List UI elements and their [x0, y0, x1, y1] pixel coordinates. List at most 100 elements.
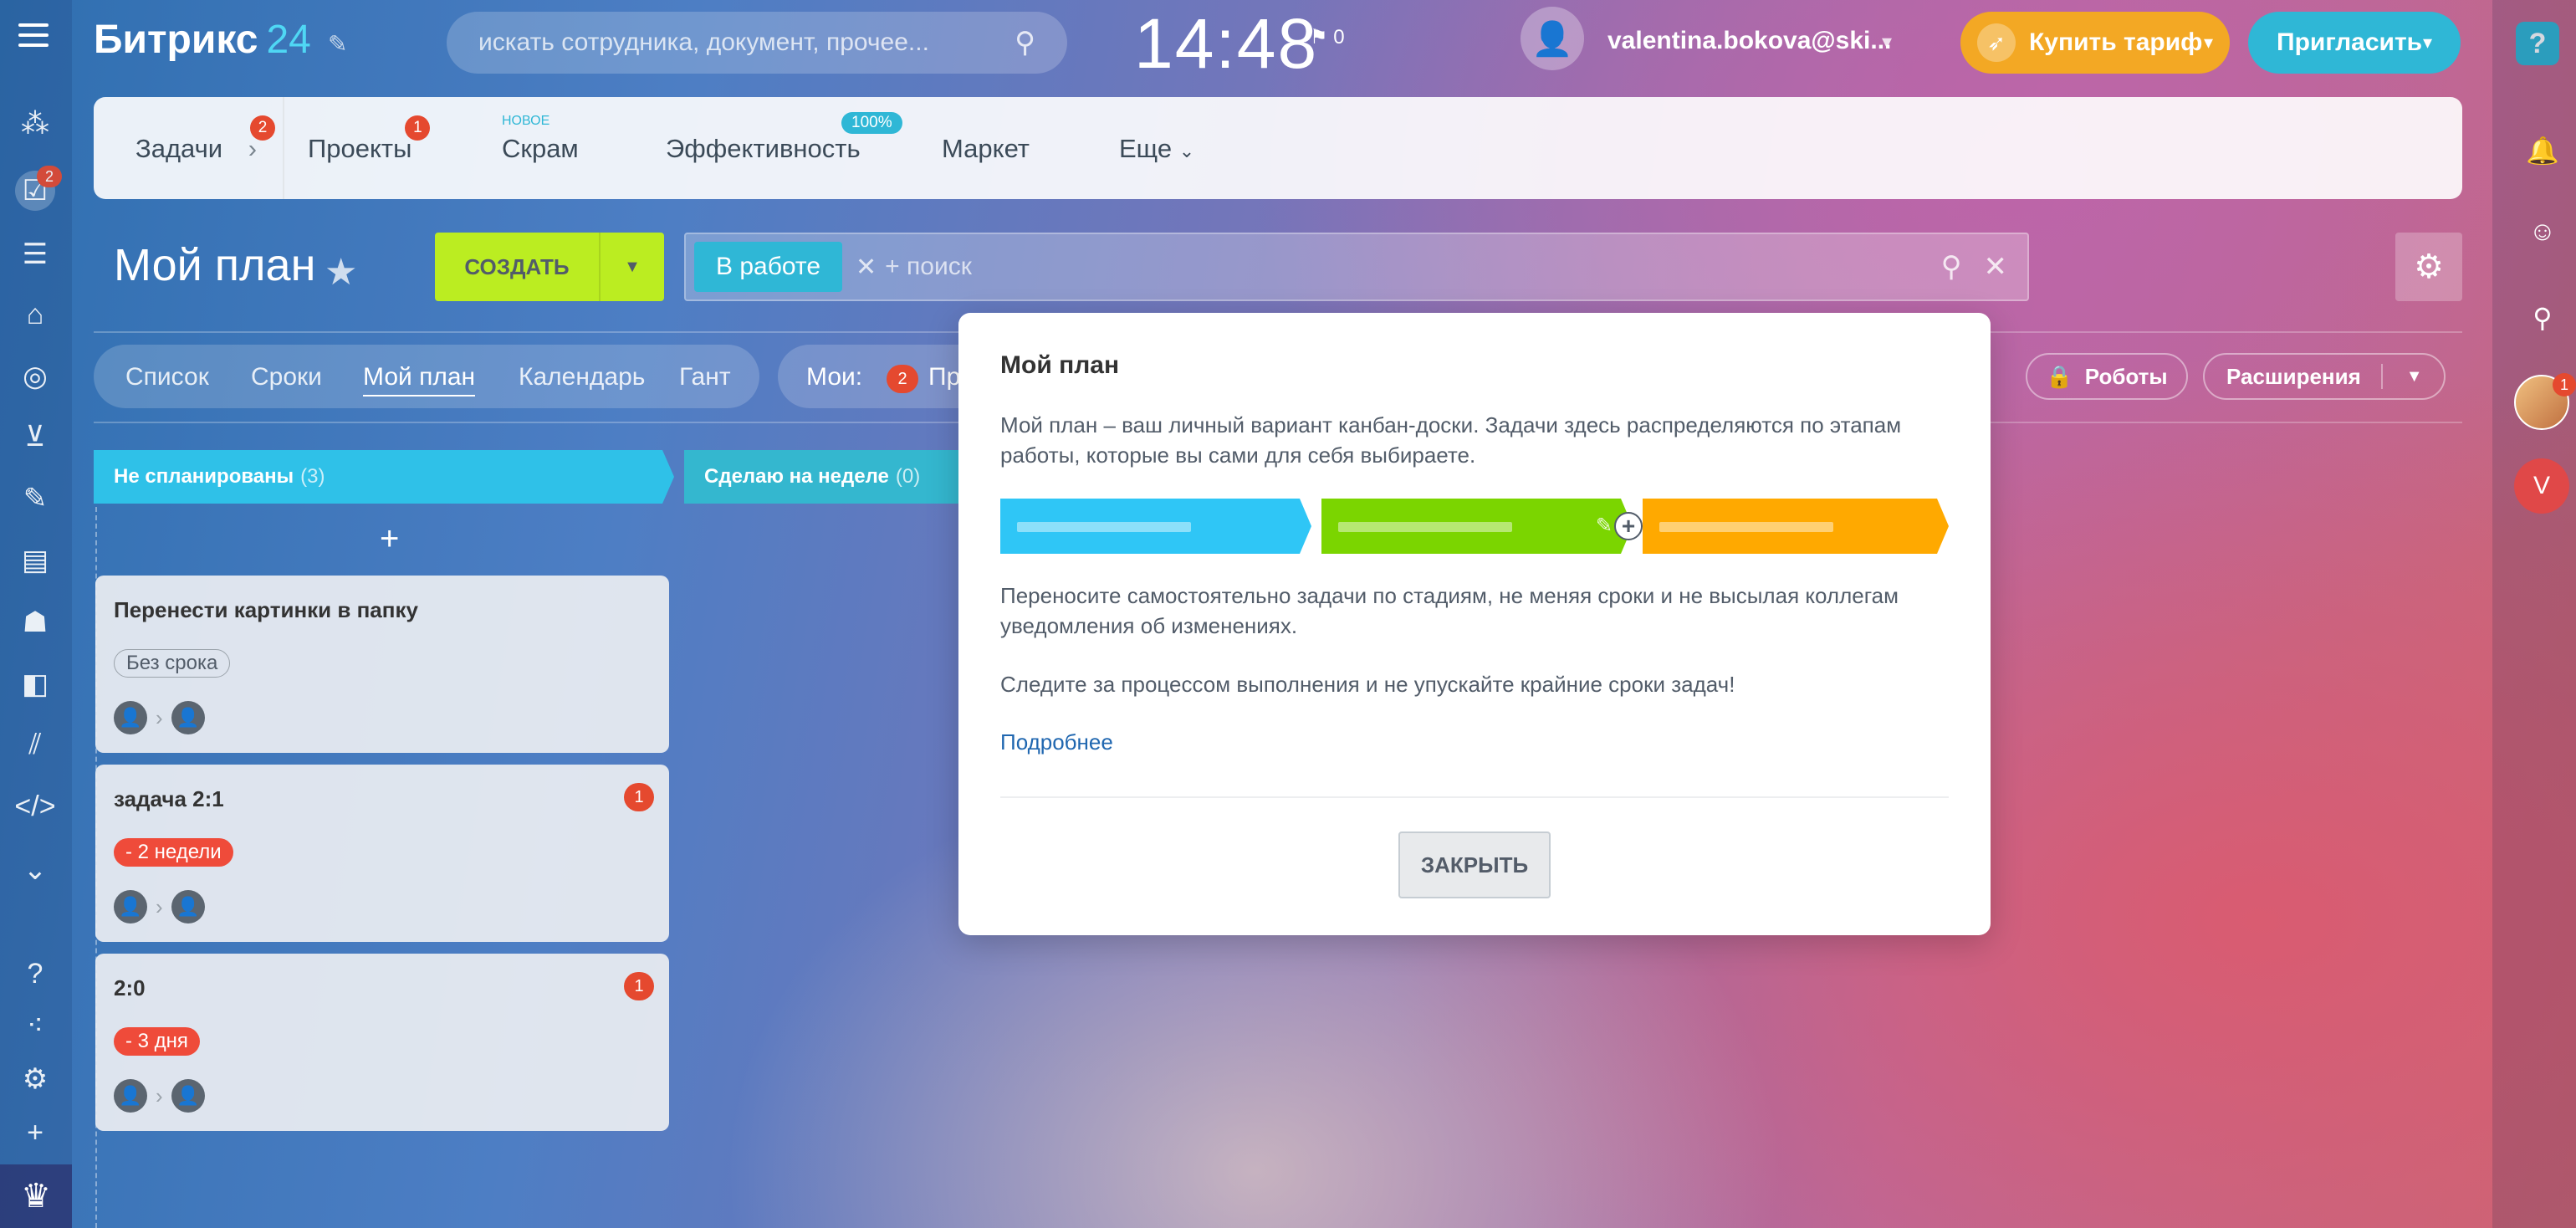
nav-tasks[interactable]: Задачи 2 ›	[135, 115, 276, 164]
shop-cart-icon[interactable]: ⊻	[15, 417, 55, 457]
chevron-down-icon[interactable]: ▼	[2406, 367, 2423, 386]
structure-icon[interactable]: ⁖	[15, 1005, 55, 1046]
crm-filter-icon[interactable]: ☰	[15, 234, 55, 274]
divider	[1000, 796, 1949, 798]
crown-icon[interactable]: ♛	[0, 1164, 72, 1228]
filter-chip[interactable]: В работе	[694, 242, 843, 292]
edit-logo-pencil-icon[interactable]: ✎	[328, 30, 347, 58]
tab-list[interactable]: Список	[125, 363, 209, 391]
nav-badge: 1	[405, 115, 431, 141]
company-icon[interactable]: ⌂	[15, 294, 55, 335]
comments-count-badge: 1	[624, 783, 654, 811]
extensions-button[interactable]: Расширения ▼	[2203, 353, 2446, 400]
hamburger-menu-icon[interactable]	[18, 23, 49, 47]
my-counter-overdue[interactable]: Пр	[928, 363, 960, 391]
chevron-down-icon: ⌄	[1178, 141, 1195, 161]
creator-avatar-icon[interactable]: 👤	[114, 701, 147, 734]
creator-avatar-icon[interactable]: 👤	[114, 890, 147, 924]
user-email[interactable]: valentina.bokova@ski...	[1607, 27, 1891, 55]
box-icon[interactable]: ◧	[15, 664, 55, 704]
nav-projects[interactable]: Проекты 1	[308, 115, 431, 164]
target-icon[interactable]: ◎	[15, 356, 55, 397]
stage-illustration-green: ✎	[1321, 499, 1633, 554]
add-icon[interactable]: +	[15, 1113, 55, 1153]
my-counters-label: Мои:	[806, 363, 863, 391]
tab-my-plan[interactable]: Мой план	[363, 363, 476, 397]
task-card[interactable]: Перенести картинки в папку Без срока 👤 ›…	[95, 576, 669, 753]
deadline-badge[interactable]: Без срока	[114, 649, 231, 678]
chevron-down-icon: ▾	[2203, 32, 2213, 53]
user-initial-avatar[interactable]: V	[2514, 458, 2569, 514]
card-title[interactable]: задача 2:1	[114, 786, 224, 812]
settings-gear-icon[interactable]: ⚙	[15, 1059, 55, 1099]
user-avatar[interactable]: 👤	[1521, 7, 1584, 70]
messenger-chat-icon[interactable]: ☺	[2517, 206, 2568, 256]
nav-efficiency[interactable]: Эффективность 100%	[666, 112, 902, 164]
favorite-star-icon[interactable]: ★	[325, 251, 357, 294]
card-title[interactable]: 2:0	[114, 975, 146, 1001]
deadline-badge[interactable]: - 2 недели	[114, 838, 233, 867]
tab-deadlines[interactable]: Сроки	[251, 363, 322, 391]
dialog-title: Мой план	[1000, 351, 1120, 379]
add-stage-plus-icon: +	[1614, 512, 1643, 540]
stream-icon[interactable]: ⁂	[15, 104, 55, 144]
deadline-badge[interactable]: - 3 дня	[114, 1027, 200, 1056]
search-icon[interactable]: ⚲	[1941, 250, 1962, 284]
notifications-bell-icon[interactable]: 🔔	[2517, 125, 2568, 176]
card-title[interactable]: Перенести картинки в папку	[114, 597, 418, 623]
arrow-right-icon: ›	[156, 893, 163, 919]
help-icon[interactable]: ?	[15, 954, 55, 994]
dialog-text-deadlines: Следите за процессом выполнения и не упу…	[1000, 672, 1735, 697]
settings-gear-icon[interactable]: ⚙	[2395, 233, 2462, 301]
create-button[interactable]: СОЗДАТЬ ▼	[435, 233, 664, 301]
remove-filter-close-icon[interactable]: ✕	[856, 253, 877, 282]
filter-search-input[interactable]: В работе ✕ + поиск ⚲ ✕	[684, 233, 2029, 301]
column-header-unplanned[interactable]: Не спланированы (3)	[94, 450, 674, 504]
more-chevron-icon[interactable]: ⌄	[15, 850, 55, 890]
responsible-avatar-icon[interactable]: 👤	[171, 701, 205, 734]
learn-more-link[interactable]: Подробнее	[1000, 729, 1113, 755]
lock-icon: 🔒	[2046, 363, 2073, 389]
page-title: Мой план	[114, 240, 316, 290]
arrow-right-icon: ›	[156, 704, 163, 730]
robot-icon[interactable]: ☗	[15, 602, 55, 642]
clock[interactable]: 14:48	[1134, 3, 1318, 84]
robots-button[interactable]: 🔒 Роботы	[2026, 353, 2188, 400]
my-counter-badge[interactable]: 2	[887, 365, 918, 393]
column-header-this-week[interactable]: Сделаю на неделе (0)	[684, 450, 985, 504]
logo[interactable]: Битрикс 24	[94, 17, 311, 63]
nav-market[interactable]: Маркет	[942, 134, 1030, 164]
dialog-text-intro: Мой план – ваш личный вариант канбан-дос…	[1000, 412, 1902, 468]
task-card[interactable]: 2:0 1 - 3 дня 👤 › 👤	[95, 954, 669, 1131]
clear-close-icon[interactable]: ✕	[1984, 250, 2008, 284]
task-card[interactable]: задача 2:1 1 - 2 недели 👤 › 👤	[95, 765, 669, 942]
nav-more[interactable]: Еще ⌄	[1119, 134, 1194, 164]
new-tag: НОВОЕ	[502, 114, 550, 128]
buy-plan-button[interactable]: ➶ Купить тариф ▾	[1960, 12, 2230, 74]
tasks-icon[interactable]: ☑ 2	[15, 166, 62, 211]
sign-icon[interactable]: ✎	[15, 478, 55, 519]
pencil-icon: ✎	[1595, 514, 1613, 537]
search-icon[interactable]: ⚲	[2517, 293, 2568, 343]
header-search-input[interactable]: искать сотрудника, документ, прочее... ⚲	[447, 12, 1067, 74]
developer-code-icon[interactable]: </>	[14, 786, 55, 826]
top-nav-bar: Задачи 2 › Проекты 1 НОВОЕ Скрам Эффективн…	[94, 97, 2462, 199]
responsible-avatar-icon[interactable]: 👤	[171, 1079, 205, 1113]
add-task-plus-icon[interactable]: +	[380, 520, 399, 558]
invite-button[interactable]: Пригласить ▾	[2248, 12, 2461, 74]
responsible-avatar-icon[interactable]: 👤	[171, 890, 205, 924]
tab-gantt[interactable]: Гант	[679, 363, 731, 391]
right-sidebar	[2492, 0, 2576, 1228]
contacts-card-icon[interactable]: ▤	[15, 540, 55, 581]
close-button[interactable]: ЗАКРЫТЬ	[1398, 831, 1551, 898]
stage-illustration-orange	[1643, 499, 1949, 554]
tab-calendar[interactable]: Календарь	[519, 363, 645, 391]
flag-counter[interactable]: ⚑ 0	[1310, 25, 1345, 49]
chevron-down-icon[interactable]: ▾	[1882, 30, 1892, 54]
search-icon[interactable]: ⚲	[1015, 26, 1035, 59]
sites-icon[interactable]: ⫽	[15, 724, 55, 765]
chevron-down-icon[interactable]: ▼	[601, 258, 664, 277]
nav-scrum[interactable]: НОВОЕ Скрам	[502, 114, 579, 164]
creator-avatar-icon[interactable]: 👤	[114, 1079, 147, 1113]
nav-badge: 2	[250, 115, 276, 141]
